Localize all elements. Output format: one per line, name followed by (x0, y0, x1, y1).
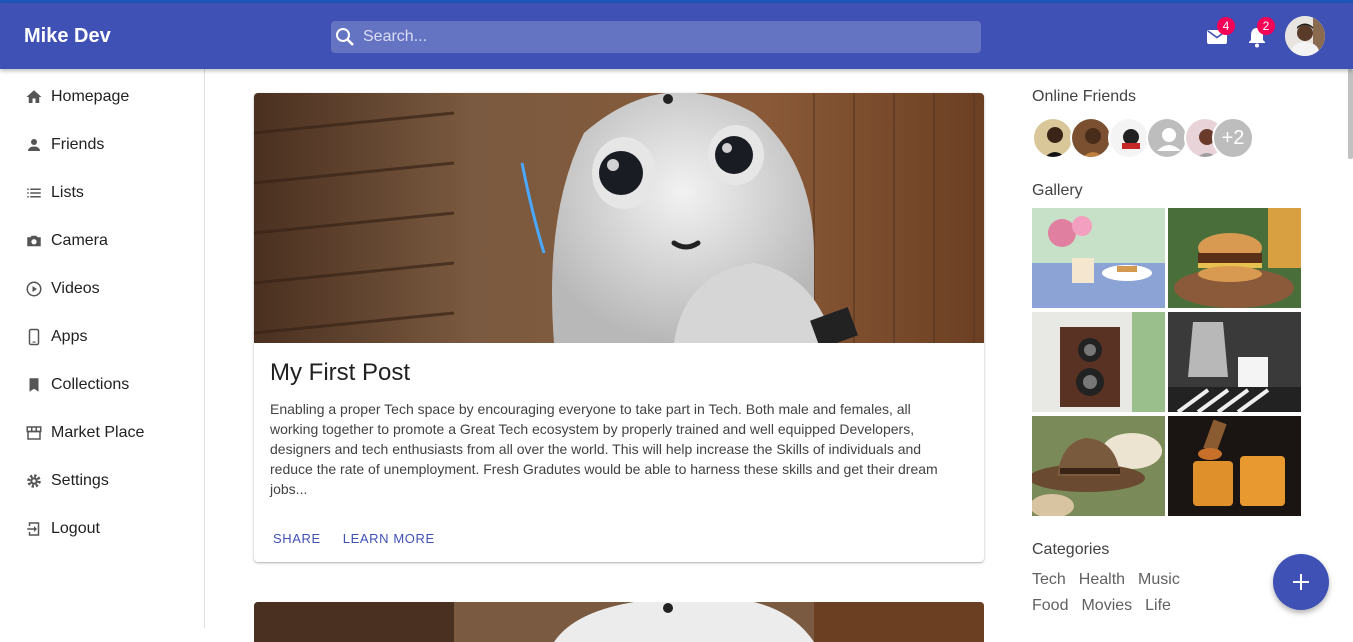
sidebar-item-label: Friends (51, 136, 105, 153)
list-icon (27, 188, 41, 198)
more-friends-count[interactable]: +2 (1212, 117, 1254, 159)
search-input[interactable] (363, 21, 963, 53)
friend-avatar[interactable] (1146, 117, 1188, 159)
sidebar-item-market-place[interactable]: Market Place (0, 409, 204, 457)
notifications-button[interactable]: 2 (1245, 17, 1275, 49)
sidebar-item-label: Videos (51, 280, 100, 297)
sidebar-item-settings[interactable]: Settings (0, 457, 204, 505)
category-life[interactable]: Life (1145, 593, 1171, 619)
online-friends-title: Online Friends (1032, 88, 1137, 105)
phone-icon (28, 328, 40, 346)
post-title: My First Post (270, 359, 411, 386)
category-music[interactable]: Music (1138, 567, 1180, 593)
user-avatar[interactable] (1285, 16, 1325, 56)
app-bar: Mike Dev 4 2 (0, 3, 1353, 69)
sidebar-item-label: Collections (51, 376, 130, 393)
person-icon (28, 139, 40, 151)
gallery-image[interactable] (1168, 312, 1301, 412)
mail-badge: 4 (1217, 17, 1235, 35)
notification-badge: 2 (1257, 17, 1275, 35)
friend-avatar[interactable] (1108, 117, 1150, 159)
right-panel: Online Friends +2 Gallery Categories Tec… (1015, 69, 1353, 628)
sidebar-item-collections[interactable]: Collections (0, 361, 204, 409)
learn-more-button[interactable]: LEARN MORE (332, 525, 446, 552)
category-movies[interactable]: Movies (1081, 593, 1132, 619)
search-icon (336, 28, 354, 46)
sidebar-item-label: Homepage (51, 88, 130, 105)
gallery-image[interactable] (1168, 208, 1301, 308)
friend-avatar[interactable] (1070, 117, 1112, 159)
app-title[interactable]: Mike Dev (24, 25, 111, 48)
friend-avatar[interactable] (1032, 117, 1074, 159)
post-image (254, 93, 984, 349)
post-body: Enabling a proper Tech space by encourag… (270, 401, 938, 497)
gallery-title: Gallery (1032, 182, 1083, 199)
sidebar-item-logout[interactable]: Logout (0, 505, 204, 553)
home-icon (26, 90, 42, 103)
sidebar-item-lists[interactable]: Lists (0, 169, 204, 217)
search-box[interactable] (331, 21, 981, 53)
post-card: My First Post Enabling a proper Tech spa… (254, 93, 984, 562)
category-food[interactable]: Food (1032, 593, 1068, 619)
sidebar-item-apps[interactable]: Apps (0, 313, 204, 361)
sidebar-item-label: Camera (51, 232, 108, 249)
post-card-2 (254, 602, 984, 642)
camera-icon (27, 235, 41, 247)
categories-list: Tech Health Music Food Movies Life (1032, 567, 1232, 619)
sidebar-item-camera[interactable]: Camera (0, 217, 204, 265)
feed: My First Post Enabling a proper Tech spa… (205, 69, 1015, 642)
sidebar-item-label: Logout (51, 520, 100, 537)
gallery-image[interactable] (1032, 312, 1165, 412)
category-tech[interactable]: Tech (1032, 567, 1066, 593)
category-health[interactable]: Health (1079, 567, 1125, 593)
sidebar-item-label: Settings (51, 472, 109, 489)
post-actions: SHARE LEARN MORE (262, 525, 446, 552)
storefront-icon (26, 426, 42, 440)
sidebar: Homepage Friends Lists Camera Videos App… (0, 69, 205, 628)
sidebar-item-label: Apps (51, 328, 88, 345)
sidebar-item-label: Market Place (51, 424, 145, 441)
add-button[interactable] (1273, 554, 1329, 610)
sidebar-item-friends[interactable]: Friends (0, 121, 204, 169)
gallery-image[interactable] (1168, 416, 1301, 516)
plus-icon (1293, 574, 1309, 590)
sidebar-item-label: Lists (51, 184, 84, 201)
scrollbar-thumb[interactable] (1348, 69, 1353, 159)
gallery-image[interactable] (1032, 208, 1165, 308)
gear-icon (27, 474, 41, 488)
share-button[interactable]: SHARE (262, 525, 332, 552)
play-circle-icon (26, 281, 42, 297)
gallery-image[interactable] (1032, 416, 1165, 516)
bookmark-icon (29, 378, 39, 392)
sidebar-item-videos[interactable]: Videos (0, 265, 204, 313)
categories-title: Categories (1032, 541, 1110, 558)
mail-button[interactable]: 4 (1205, 17, 1235, 49)
logout-icon (27, 522, 40, 536)
sidebar-item-homepage[interactable]: Homepage (0, 73, 204, 121)
